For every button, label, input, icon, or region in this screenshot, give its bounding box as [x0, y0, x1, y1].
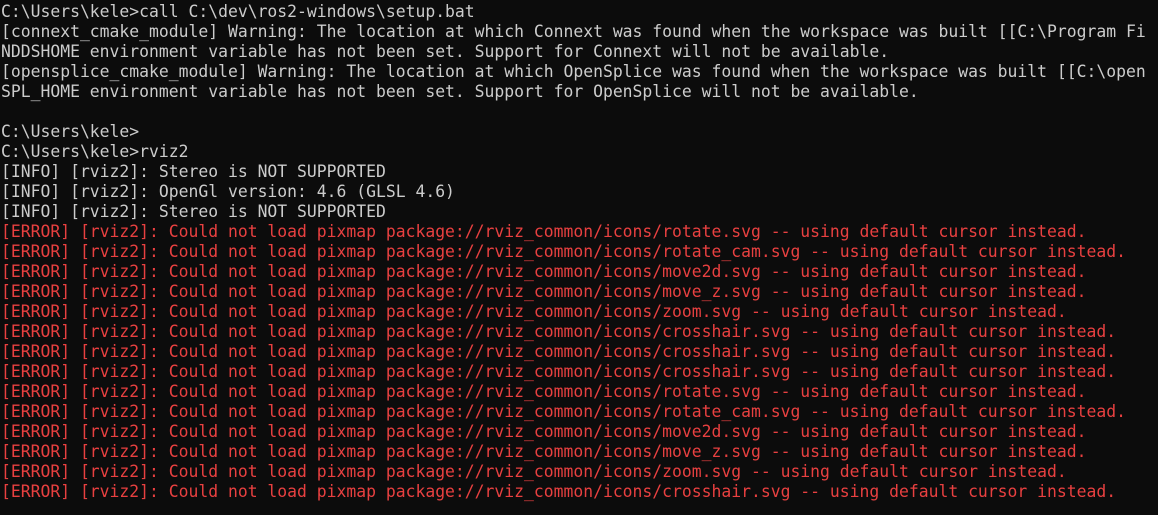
terminal-error-line: [ERROR] [rviz2]: Could not load pixmap p…: [1, 342, 1117, 361]
terminal-error-line: [ERROR] [rviz2]: Could not load pixmap p…: [1, 462, 1067, 481]
terminal-error-line: [ERROR] [rviz2]: Could not load pixmap p…: [1, 322, 1117, 341]
terminal-line: SPL_HOME environment variable has not be…: [1, 82, 919, 101]
terminal-line: C:\Users\kele>rviz2: [1, 142, 189, 161]
terminal-error-line: [ERROR] [rviz2]: Could not load pixmap p…: [1, 242, 1126, 261]
terminal-line: [connext_cmake_module] Warning: The loca…: [1, 22, 1146, 41]
terminal-error-line: [ERROR] [rviz2]: Could not load pixmap p…: [1, 422, 1087, 441]
terminal-line: [INFO] [rviz2]: Stereo is NOT SUPPORTED: [1, 162, 386, 181]
terminal-line: NDDSHOME environment variable has not be…: [1, 42, 890, 61]
terminal-output[interactable]: C:\Users\kele>call C:\dev\ros2-windows\s…: [0, 0, 1158, 515]
terminal-error-line: [ERROR] [rviz2]: Could not load pixmap p…: [1, 262, 1087, 281]
terminal-error-line: [ERROR] [rviz2]: Could not load pixmap p…: [1, 282, 1087, 301]
terminal-error-line: [ERROR] [rviz2]: Could not load pixmap p…: [1, 302, 1067, 321]
terminal-line: C:\Users\kele>: [1, 122, 140, 141]
terminal-error-line: [ERROR] [rviz2]: Could not load pixmap p…: [1, 442, 1087, 461]
terminal-error-line: [ERROR] [rviz2]: Could not load pixmap p…: [1, 482, 1117, 501]
terminal-error-line: [ERROR] [rviz2]: Could not load pixmap p…: [1, 362, 1117, 381]
terminal-error-line: [ERROR] [rviz2]: Could not load pixmap p…: [1, 222, 1087, 241]
terminal-line: [INFO] [rviz2]: OpenGl version: 4.6 (GLS…: [1, 182, 455, 201]
terminal-line: [INFO] [rviz2]: Stereo is NOT SUPPORTED: [1, 202, 386, 221]
terminal-line: [opensplice_cmake_module] Warning: The l…: [1, 62, 1146, 81]
terminal-error-line: [ERROR] [rviz2]: Could not load pixmap p…: [1, 402, 1126, 421]
terminal-error-line: [ERROR] [rviz2]: Could not load pixmap p…: [1, 382, 1087, 401]
terminal-line: C:\Users\kele>call C:\dev\ros2-windows\s…: [1, 2, 475, 21]
